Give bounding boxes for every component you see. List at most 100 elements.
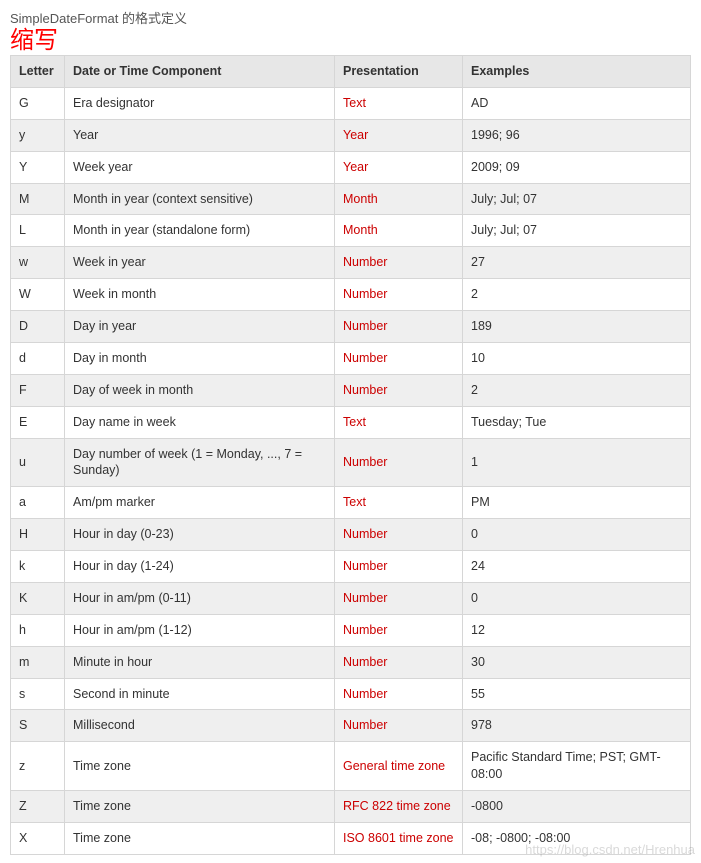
cell-presentation: Number (335, 678, 463, 710)
cell-examples: 1 (463, 438, 691, 487)
cell-letter: F (11, 374, 65, 406)
cell-component: Time zone (65, 742, 335, 791)
table-row: wWeek in yearNumber27 (11, 247, 691, 279)
cell-examples: 1996; 96 (463, 119, 691, 151)
table-row: HHour in day (0-23)Number0 (11, 519, 691, 551)
table-row: LMonth in year (standalone form)MonthJul… (11, 215, 691, 247)
table-row: XTime zoneISO 8601 time zone-08; -0800; … (11, 822, 691, 854)
cell-examples: 27 (463, 247, 691, 279)
table-row: DDay in yearNumber189 (11, 311, 691, 343)
cell-letter: M (11, 183, 65, 215)
date-format-table: Letter Date or Time Component Presentati… (10, 55, 691, 855)
cell-letter: S (11, 710, 65, 742)
cell-examples: 55 (463, 678, 691, 710)
cell-examples: 189 (463, 311, 691, 343)
cell-presentation: Number (335, 342, 463, 374)
cell-component: Month in year (standalone form) (65, 215, 335, 247)
table-row: SMillisecondNumber978 (11, 710, 691, 742)
cell-presentation: RFC 822 time zone (335, 791, 463, 823)
cell-presentation: Number (335, 614, 463, 646)
cell-component: Minute in hour (65, 646, 335, 678)
cell-presentation: Text (335, 87, 463, 119)
cell-examples: 12 (463, 614, 691, 646)
table-row: zTime zoneGeneral time zonePacific Stand… (11, 742, 691, 791)
cell-letter: X (11, 822, 65, 854)
col-header-examples: Examples (463, 56, 691, 88)
cell-component: Day in year (65, 311, 335, 343)
cell-letter: E (11, 406, 65, 438)
cell-examples: 978 (463, 710, 691, 742)
cell-examples: PM (463, 487, 691, 519)
cell-examples: July; Jul; 07 (463, 183, 691, 215)
cell-letter: L (11, 215, 65, 247)
cell-component: Era designator (65, 87, 335, 119)
cell-presentation: Number (335, 247, 463, 279)
cell-letter: s (11, 678, 65, 710)
cell-component: Millisecond (65, 710, 335, 742)
cell-examples: 10 (463, 342, 691, 374)
cell-component: Day name in week (65, 406, 335, 438)
cell-examples: 2 (463, 374, 691, 406)
table-row: WWeek in monthNumber2 (11, 279, 691, 311)
cell-presentation: Year (335, 119, 463, 151)
cell-letter: W (11, 279, 65, 311)
table-row: dDay in monthNumber10 (11, 342, 691, 374)
cell-presentation: ISO 8601 time zone (335, 822, 463, 854)
cell-component: Day of week in month (65, 374, 335, 406)
cell-component: Year (65, 119, 335, 151)
cell-presentation: Text (335, 487, 463, 519)
table-row: yYearYear1996; 96 (11, 119, 691, 151)
table-row: EDay name in weekTextTuesday; Tue (11, 406, 691, 438)
cell-presentation: Month (335, 215, 463, 247)
col-header-letter: Letter (11, 56, 65, 88)
col-header-component: Date or Time Component (65, 56, 335, 88)
cell-component: Month in year (context sensitive) (65, 183, 335, 215)
cell-letter: H (11, 519, 65, 551)
cell-letter: Y (11, 151, 65, 183)
cell-examples: -08; -0800; -08:00 (463, 822, 691, 854)
cell-examples: 2 (463, 279, 691, 311)
cell-component: Week in month (65, 279, 335, 311)
table-header-row: Letter Date or Time Component Presentati… (11, 56, 691, 88)
cell-examples: AD (463, 87, 691, 119)
cell-examples: July; Jul; 07 (463, 215, 691, 247)
cell-examples: 2009; 09 (463, 151, 691, 183)
cell-letter: a (11, 487, 65, 519)
cell-letter: K (11, 582, 65, 614)
cell-presentation: Number (335, 279, 463, 311)
cell-examples: -0800 (463, 791, 691, 823)
cell-component: Hour in day (1-24) (65, 551, 335, 583)
cell-letter: Z (11, 791, 65, 823)
cell-presentation: Number (335, 519, 463, 551)
cell-component: Second in minute (65, 678, 335, 710)
cell-letter: h (11, 614, 65, 646)
cell-examples: 0 (463, 582, 691, 614)
cell-component: Hour in day (0-23) (65, 519, 335, 551)
cell-examples: 24 (463, 551, 691, 583)
cell-examples: 0 (463, 519, 691, 551)
cell-letter: u (11, 438, 65, 487)
cell-component: Time zone (65, 822, 335, 854)
table-row: YWeek yearYear2009; 09 (11, 151, 691, 183)
table-row: MMonth in year (context sensitive)MonthJ… (11, 183, 691, 215)
cell-component: Hour in am/pm (1-12) (65, 614, 335, 646)
cell-component: Day in month (65, 342, 335, 374)
cell-letter: y (11, 119, 65, 151)
cell-letter: d (11, 342, 65, 374)
cell-letter: w (11, 247, 65, 279)
cell-letter: D (11, 311, 65, 343)
cell-presentation: Month (335, 183, 463, 215)
cell-examples: 30 (463, 646, 691, 678)
cell-presentation: Number (335, 646, 463, 678)
cell-presentation: Number (335, 582, 463, 614)
table-row: uDay number of week (1 = Monday, ..., 7 … (11, 438, 691, 487)
cell-presentation: Number (335, 438, 463, 487)
table-row: KHour in am/pm (0-11)Number0 (11, 582, 691, 614)
cell-presentation: General time zone (335, 742, 463, 791)
table-row: aAm/pm markerTextPM (11, 487, 691, 519)
cell-presentation: Year (335, 151, 463, 183)
cell-presentation: Text (335, 406, 463, 438)
cell-component: Week in year (65, 247, 335, 279)
cell-examples: Tuesday; Tue (463, 406, 691, 438)
table-row: kHour in day (1-24)Number24 (11, 551, 691, 583)
